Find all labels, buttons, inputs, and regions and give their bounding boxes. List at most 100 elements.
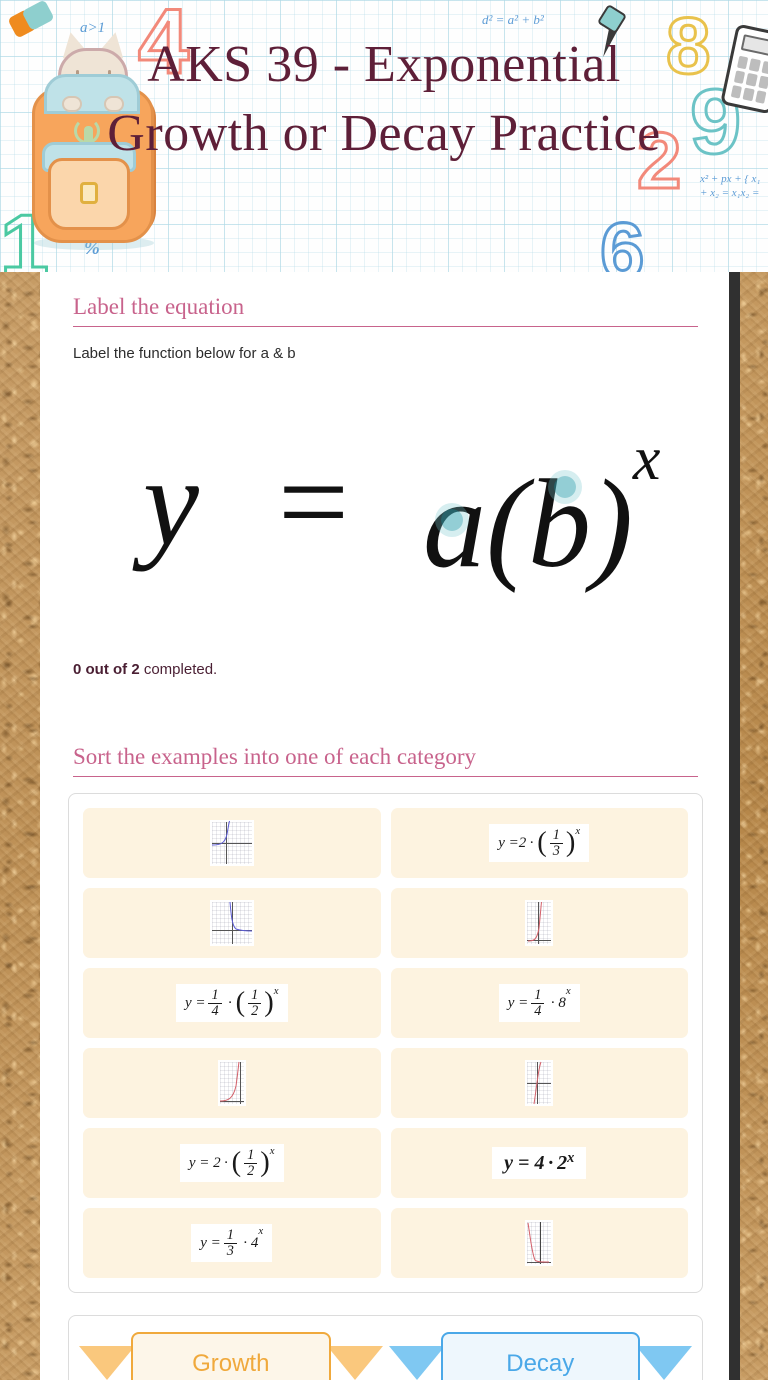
eq-y-symbol: y = — [200, 1234, 221, 1251]
eq-close-paren: ) — [264, 987, 274, 1019]
eq-exponent: x — [567, 1150, 575, 1166]
eq-frac-numerator: 1 — [549, 827, 563, 844]
sortable-item-equation[interactable]: y = 1 4 · 8 x — [390, 968, 688, 1038]
eq-lead-fraction: 1 3 — [223, 1227, 237, 1259]
doodle-number-6: 6 — [599, 205, 646, 273]
eq-base: 4 — [250, 1234, 259, 1251]
eq-base: 2 — [557, 1152, 568, 1174]
equation-y-one-quarter-times-8-x: y = 1 4 · 8 x — [498, 983, 580, 1023]
equation-y-4-times-2-x: y = 4 · 2 x — [492, 1147, 587, 1179]
growth-graph-icon — [525, 1060, 554, 1106]
eq-frac-numerator: 1 — [248, 987, 262, 1004]
eq-open-paren: ( — [231, 1147, 242, 1179]
eq-lead-denominator: 4 — [211, 1002, 219, 1019]
worksheet-content-panel: Label the equation Label the function be… — [40, 272, 731, 1380]
drop-zone-growth[interactable]: Growth — [79, 1332, 383, 1380]
header-banner: a>1 d² = a² + b² x² + px + { x₁ + x₂ = x… — [0, 0, 768, 272]
eq-dot: · — [223, 1154, 229, 1171]
equation-hotspot-stage: y = a(b)x — [73, 403, 698, 653]
sortable-item-graph[interactable] — [390, 1208, 688, 1278]
eq-y-symbol: y = — [184, 994, 206, 1011]
eq-lead-numerator: 1 — [223, 1227, 237, 1244]
sortable-items-container: y =2 · ( 1 3 ) x y = 1 4 · (1 2) x y =… — [68, 793, 703, 1293]
progress-status: 0 out of 2 completed. — [73, 661, 698, 678]
sortable-item-equation[interactable]: y = 1 4 · ( 1 2 ) x — [83, 968, 381, 1038]
page-scrollbar-track[interactable] — [729, 272, 740, 1380]
eq-frac-denominator: 2 — [247, 1162, 255, 1179]
decay-graph-icon — [525, 1220, 554, 1266]
eq-frac-numerator: 1 — [244, 1147, 258, 1164]
equation-y-one-quarter-times-one-half-x: y = 1 4 · ( 1 2 ) x — [175, 983, 288, 1023]
hotspot-marker-a[interactable] — [441, 509, 463, 531]
hotspot-marker-b[interactable] — [554, 476, 576, 498]
eq-lead: y = 2 — [188, 1154, 221, 1171]
eq-lead-denominator: 4 — [534, 1002, 542, 1019]
arrow-right-icon — [636, 1346, 692, 1380]
eq-lead-numerator: 1 — [208, 987, 222, 1004]
heading-divider-2 — [73, 776, 698, 777]
eq-frac-denominator: 3 — [552, 842, 560, 859]
category-label-decay: Decay — [440, 1332, 640, 1380]
drop-zone-decay[interactable]: Decay — [388, 1332, 692, 1380]
decay-graph-icon — [209, 820, 254, 866]
eq-exponent: x — [565, 984, 571, 997]
equation-y-2-times-one-half-x: y = 2 · ( 1 2 ) x — [179, 1143, 284, 1183]
eq-lead-fraction: 1 4 — [208, 987, 222, 1019]
progress-count: 0 out of 2 — [73, 661, 140, 678]
doodle-percent-sign: % — [84, 238, 100, 259]
eq-fraction: 1 2 — [244, 1147, 258, 1179]
equation-rhs-exponent: x — [632, 425, 661, 493]
decay-graph-icon — [209, 900, 254, 946]
sortable-item-equation[interactable]: y = 4 · 2 x — [390, 1128, 688, 1198]
eq-exponent: x — [575, 824, 581, 837]
eq-frac-denominator: 2 — [251, 1002, 259, 1019]
instructions-text: Label the function below for a & b — [73, 345, 296, 362]
arrow-left-icon — [79, 1346, 135, 1380]
growth-graph-icon — [525, 900, 554, 946]
sortable-item-graph[interactable] — [83, 1048, 381, 1118]
sortable-item-graph[interactable] — [390, 1048, 688, 1118]
equation-image: y = a(b)x — [73, 403, 731, 603]
eq-y-symbol: y = — [507, 994, 529, 1011]
eq-exponent: x — [273, 984, 279, 997]
page-title: AKS 39 - Exponential Growth or Decay Pra… — [107, 36, 661, 162]
eq-lead: y = 4 — [504, 1152, 545, 1174]
category-label-growth: Growth — [131, 1332, 331, 1380]
equation-y-2-times-one-third-x: y =2 · ( 1 3 ) x — [489, 823, 590, 863]
eq-dot: · — [529, 834, 535, 851]
eq-lead: y =2 — [498, 834, 527, 851]
eq-dot: · — [227, 994, 233, 1011]
section-label-the-equation: Label the equation Label the function be… — [40, 272, 731, 678]
sortable-item-equation[interactable]: y = 2 · ( 1 2 ) x — [83, 1128, 381, 1198]
eq-lead-denominator: 3 — [226, 1242, 234, 1259]
doodle-number-1: 1 — [0, 195, 50, 273]
eq-fraction: 1 3 — [549, 827, 563, 859]
eq-fraction: 1 2 — [248, 987, 262, 1019]
arrow-left-icon — [388, 1346, 445, 1380]
section-heading-label-equation: Label the equation — [73, 294, 245, 319]
eq-exponent: x — [258, 1224, 264, 1237]
sortable-item-equation[interactable]: y = 1 3 · 4 x — [83, 1208, 381, 1278]
sortable-item-graph[interactable] — [83, 888, 381, 958]
eq-close-paren: ) — [565, 827, 576, 859]
eq-lead-fraction: 1 4 — [531, 987, 545, 1019]
equation-y-one-third-times-4-x: y = 1 3 · 4 x — [191, 1223, 273, 1263]
eq-close-paren: ) — [260, 1147, 270, 1179]
eq-open-paren: ( — [235, 987, 246, 1019]
heading-divider — [73, 326, 698, 327]
growth-graph-icon — [217, 1060, 246, 1106]
sortable-item-graph[interactable] — [390, 888, 688, 958]
sortable-item-graph[interactable] — [83, 808, 381, 878]
equation-equals-sign: = — [278, 433, 349, 572]
doodle-pythagorean-formula: d² = a² + b² — [482, 12, 544, 27]
eq-base: 8 — [558, 994, 566, 1011]
eq-open-paren: ( — [537, 827, 547, 859]
section-sort-examples: Sort the examples into one of each categ… — [40, 678, 731, 777]
arrow-right-icon — [326, 1346, 383, 1380]
sortable-item-equation[interactable]: y =2 · ( 1 3 ) x — [390, 808, 688, 878]
eq-lead-numerator: 1 — [531, 987, 545, 1004]
section-heading-sort-examples: Sort the examples into one of each categ… — [73, 744, 476, 769]
eq-dot: · — [550, 994, 556, 1011]
page-scrollbar-thumb[interactable] — [729, 272, 740, 1380]
eq-dot: · — [547, 1152, 555, 1174]
